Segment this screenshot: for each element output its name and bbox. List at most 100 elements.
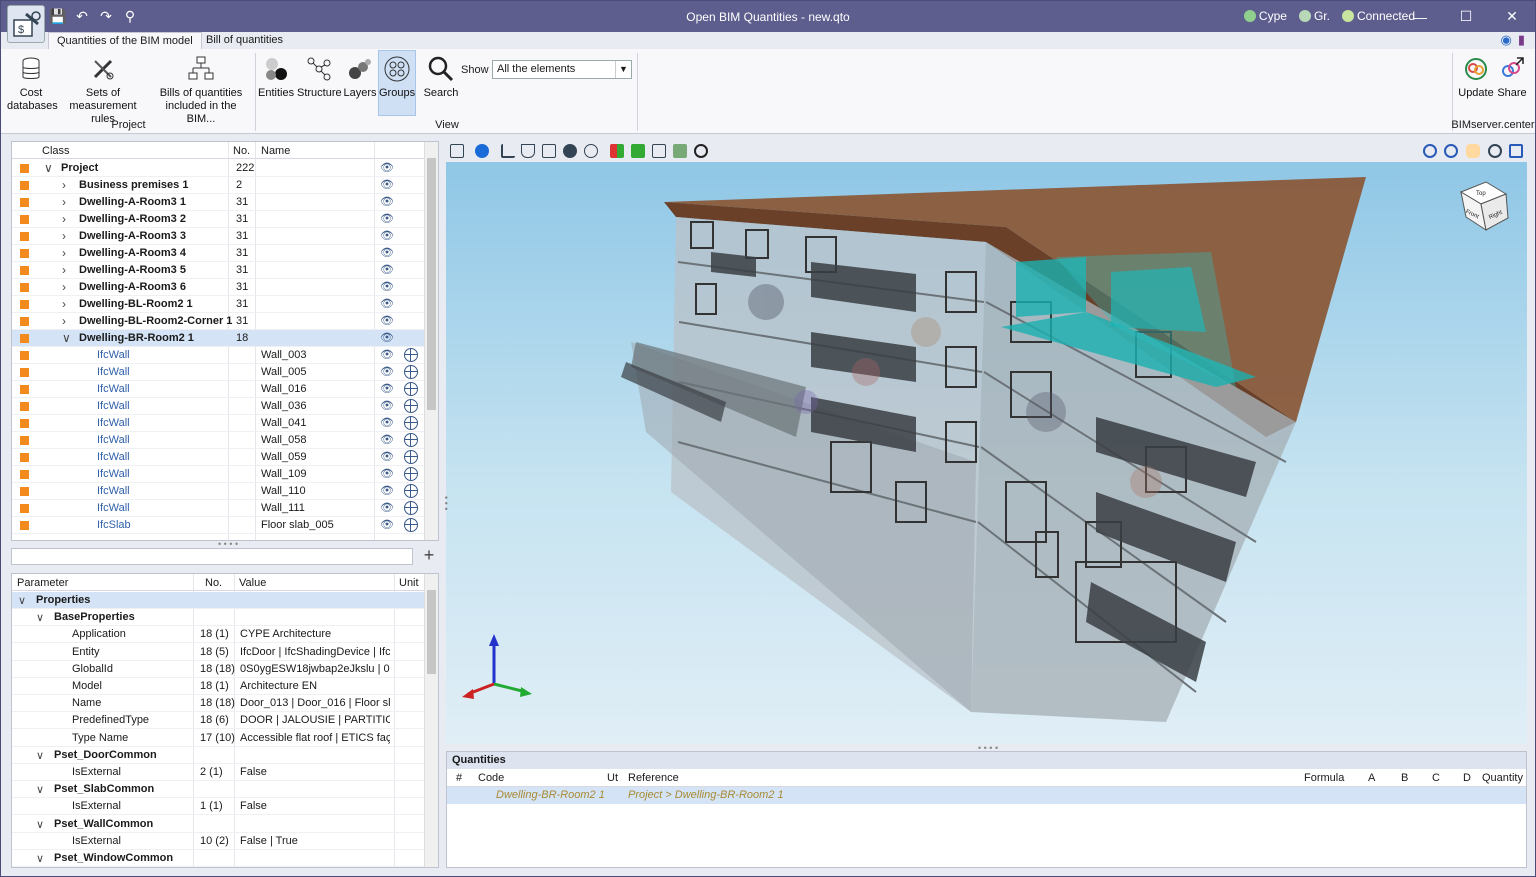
chevron-right-icon[interactable]: › xyxy=(62,314,66,328)
measurement-rules-button[interactable]: Sets of measurement rules xyxy=(58,51,148,126)
visibility-eye-icon[interactable]: 👁 xyxy=(380,229,394,242)
view-cube[interactable]: Front Right Top xyxy=(1459,181,1509,232)
axes-icon[interactable] xyxy=(501,144,515,158)
visibility-eye-icon[interactable]: 👁 xyxy=(380,314,394,327)
visibility-eye-icon[interactable]: 👁 xyxy=(380,365,394,378)
color-swatch[interactable] xyxy=(20,164,29,173)
color-swatch[interactable] xyxy=(20,521,29,530)
color-swatch[interactable] xyxy=(20,300,29,309)
color-swatch[interactable] xyxy=(20,487,29,496)
eye-icon[interactable] xyxy=(694,144,708,158)
params-scrollbar[interactable] xyxy=(424,574,438,867)
parameter-row[interactable]: Type Name 17 (10) Accessible flat roof | E… xyxy=(12,730,424,747)
tree-header-class[interactable]: Class xyxy=(42,145,70,157)
tree-row[interactable]: IfcWall Wall_058 👁 xyxy=(12,432,424,449)
parameter-row[interactable]: IsExternal 2 (1) False xyxy=(12,764,424,781)
locate-target-icon[interactable] xyxy=(404,365,418,379)
fullscreen-icon[interactable] xyxy=(1509,144,1523,158)
parameter-row[interactable]: ∨ BaseProperties xyxy=(12,609,424,627)
section-box-icon[interactable] xyxy=(610,144,624,158)
section-plane-icon[interactable] xyxy=(631,144,645,158)
close-button[interactable]: ✕ xyxy=(1489,1,1535,32)
color-swatch[interactable] xyxy=(20,419,29,428)
tree-row[interactable]: IfcSlab Floor slab_005 👁 xyxy=(12,517,424,534)
locate-target-icon[interactable] xyxy=(404,416,418,430)
search-button[interactable]: Search xyxy=(422,51,460,100)
tree-filter-input[interactable] xyxy=(11,548,413,565)
chevron-down-icon[interactable]: ∨ xyxy=(36,749,44,762)
visibility-eye-icon[interactable]: 👁 xyxy=(380,467,394,480)
parameter-row[interactable]: ∨ Pset_DoorCommon xyxy=(12,747,424,764)
q-header-code[interactable]: Code xyxy=(478,772,504,784)
color-swatch[interactable] xyxy=(20,385,29,394)
maximize-button[interactable]: ☐ xyxy=(1443,1,1489,32)
cost-databases-button[interactable]: Cost databases xyxy=(7,51,58,113)
color-swatch[interactable] xyxy=(20,232,29,241)
chevron-right-icon[interactable]: › xyxy=(62,297,66,311)
clip-icon[interactable] xyxy=(652,144,666,158)
tree-row[interactable]: IfcWall Wall_111 👁 xyxy=(12,500,424,517)
tree-header-no[interactable]: No. xyxy=(233,145,250,157)
groups-button[interactable]: Groups xyxy=(378,50,416,116)
visibility-eye-icon[interactable]: 👁 xyxy=(380,195,394,208)
q-header-formula[interactable]: Formula xyxy=(1304,772,1344,784)
tree-row[interactable]: › Dwelling-A-Room3 4 31 👁 xyxy=(12,245,424,262)
chevron-right-icon[interactable]: › xyxy=(62,263,66,277)
q-header-quantity[interactable]: Quantity xyxy=(1482,772,1523,784)
q-header-ut[interactable]: Ut xyxy=(607,772,618,784)
orbit-icon[interactable] xyxy=(1488,144,1502,158)
tree-header-name[interactable]: Name xyxy=(261,145,290,157)
update-button[interactable]: Update xyxy=(1456,51,1496,100)
visibility-eye-icon[interactable]: 👁 xyxy=(380,484,394,497)
q-header-d[interactable]: D xyxy=(1463,772,1471,784)
color-swatch[interactable] xyxy=(20,436,29,445)
entities-button[interactable]: Entities xyxy=(258,51,294,100)
params-header-value[interactable]: Value xyxy=(239,577,266,589)
add-icon[interactable]: + xyxy=(420,546,438,565)
quantities-row[interactable]: Dwelling-BR-Room2 1 Project > Dwelling-B… xyxy=(447,787,1526,804)
chevron-down-icon[interactable]: ∨ xyxy=(18,594,26,607)
chevron-right-icon[interactable]: › xyxy=(62,195,66,209)
app-logo-icon[interactable]: $ xyxy=(7,5,45,43)
visibility-eye-icon[interactable]: 👁 xyxy=(380,399,394,412)
parameter-row[interactable]: GlobalId 18 (18) 0S0ygESW18jwbap2eJkslu | … xyxy=(12,661,424,678)
walk-icon[interactable] xyxy=(584,144,598,158)
visibility-eye-icon[interactable]: 👁 xyxy=(380,161,394,174)
params-header-unit[interactable]: Unit xyxy=(399,577,419,589)
tree-row[interactable]: ∨ Project 222 👁 xyxy=(12,160,424,177)
visibility-eye-icon[interactable]: 👁 xyxy=(380,382,394,395)
q-header-c[interactable]: C xyxy=(1432,772,1440,784)
locate-target-icon[interactable] xyxy=(404,467,418,481)
color-swatch[interactable] xyxy=(20,334,29,343)
tree-row[interactable]: IfcWall Wall_005 👁 xyxy=(12,364,424,381)
tree-row[interactable]: › Dwelling-BL-Room2-Corner 1 31 👁 xyxy=(12,313,424,330)
tree-row[interactable]: IfcWall Wall_109 👁 xyxy=(12,466,424,483)
parameter-row[interactable]: ∨ Properties xyxy=(12,592,424,609)
tree-scrollbar[interactable] xyxy=(424,142,438,540)
copy-icon[interactable] xyxy=(542,144,556,158)
locate-target-icon[interactable] xyxy=(404,382,418,396)
chevron-down-icon[interactable]: ∨ xyxy=(36,783,44,796)
locate-target-icon[interactable] xyxy=(404,399,418,413)
tree-row[interactable]: IfcWall Wall_003 👁 xyxy=(12,347,424,364)
color-swatch[interactable] xyxy=(20,317,29,326)
visibility-eye-icon[interactable]: 👁 xyxy=(380,433,394,446)
q-header-a[interactable]: A xyxy=(1368,772,1375,784)
color-swatch[interactable] xyxy=(20,402,29,411)
tree-row[interactable]: › Dwelling-A-Room3 2 31 👁 xyxy=(12,211,424,228)
parameter-row[interactable]: IsExternal 1 (1) False xyxy=(12,798,424,816)
parameter-row[interactable]: Model 18 (1) Architecture EN xyxy=(12,678,424,695)
share-button[interactable]: Share xyxy=(1496,51,1528,100)
chevron-right-icon[interactable]: › xyxy=(62,229,66,243)
cube-icon[interactable] xyxy=(673,144,687,158)
locate-target-icon[interactable] xyxy=(404,450,418,464)
chevron-down-icon[interactable]: ∨ xyxy=(36,818,44,831)
info-icon[interactable] xyxy=(475,144,489,158)
visibility-eye-icon[interactable]: 👁 xyxy=(380,246,394,259)
parameter-row[interactable]: Name 18 (18) Door_013 | Door_016 | Floor s… xyxy=(12,695,424,713)
visibility-eye-icon[interactable]: 👁 xyxy=(380,331,394,344)
locate-target-icon[interactable] xyxy=(404,518,418,532)
tree-row[interactable]: IfcWall Wall_110 👁 xyxy=(12,483,424,500)
color-swatch[interactable] xyxy=(20,215,29,224)
color-swatch[interactable] xyxy=(20,181,29,190)
